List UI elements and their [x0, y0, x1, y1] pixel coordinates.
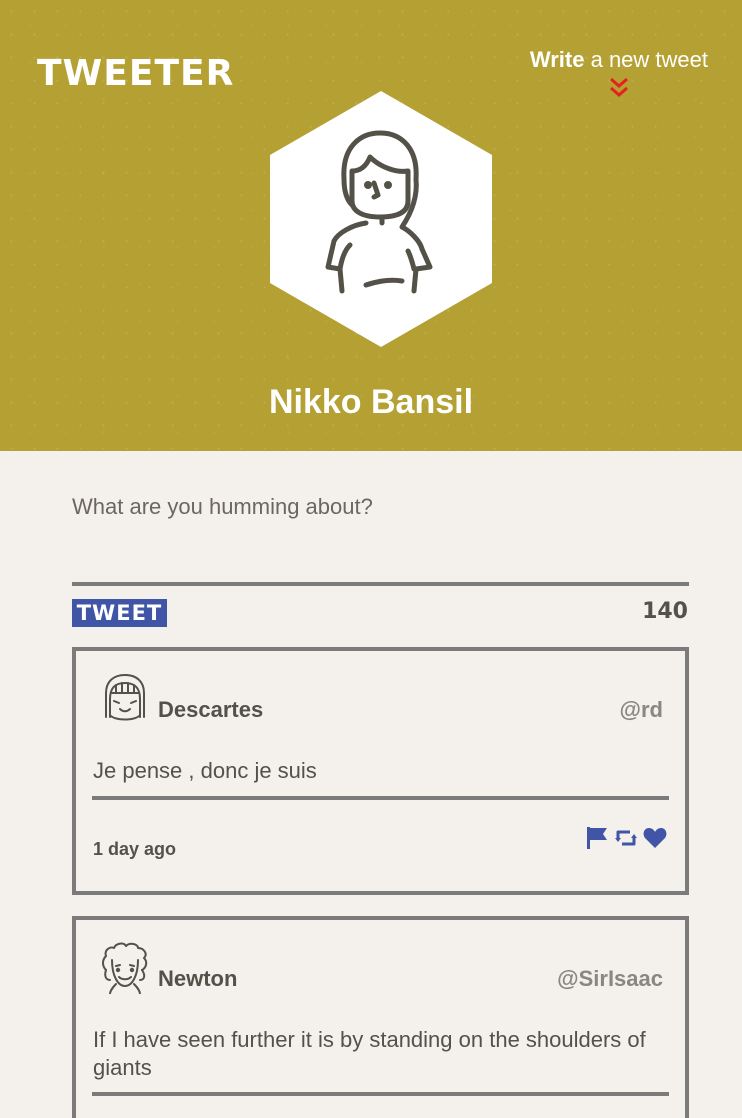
tweet-divider — [92, 1092, 669, 1096]
tweet-divider — [92, 796, 669, 800]
tweet-card: Newton @SirIsaac If I have seen further … — [72, 916, 689, 1118]
retweet-icon[interactable] — [614, 826, 638, 850]
tweet-composer-input[interactable] — [72, 494, 689, 574]
tweet-text: If I have seen further it is by standing… — [93, 1027, 646, 1080]
double-chevron-down-icon[interactable] — [608, 76, 630, 100]
tweet-author-name: Newton — [158, 966, 238, 991]
tweet-author-handle[interactable]: @SirIsaac — [557, 965, 663, 993]
heart-icon[interactable] — [643, 826, 667, 850]
brand-logo[interactable]: TWEETER — [37, 54, 234, 94]
tweet-author-handle[interactable]: @rd — [620, 696, 663, 724]
newton-avatar-icon — [102, 942, 148, 994]
character-counter: 140 — [642, 599, 688, 624]
profile-header: TWEETER Write a new tweet Nikko Bansil — [0, 0, 742, 451]
write-link-bold: Write — [529, 47, 585, 72]
flag-icon[interactable] — [585, 826, 609, 850]
profile-avatar — [270, 91, 492, 347]
write-link-rest: a new tweet — [590, 47, 708, 72]
tweet-author-name: Descartes — [158, 697, 264, 722]
tweet-timestamp: 1 day ago — [93, 839, 177, 859]
profile-name: Nikko Bansil — [268, 383, 474, 421]
composer-divider — [72, 582, 689, 586]
tweet-actions — [585, 826, 667, 850]
tweet-text: Je pense , donc je suis — [93, 758, 317, 783]
tweet-card: Descartes @rd Je pense , donc je suis 1 … — [72, 647, 689, 895]
write-new-tweet-link[interactable]: Write a new tweet — [530, 46, 708, 100]
tweet-button[interactable]: TWEET — [72, 599, 167, 627]
descartes-avatar-icon — [105, 674, 145, 721]
